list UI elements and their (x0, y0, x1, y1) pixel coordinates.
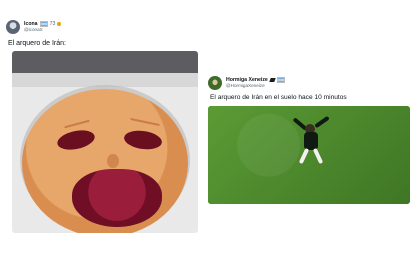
user-handle[interactable]: @HormigaXeneize (226, 84, 285, 89)
tweet-header: Icona 73 @iconaX (6, 20, 202, 34)
user-names: Hormiga Xeneize @HormigaXeneize (226, 77, 285, 89)
ant-emoji-icon (269, 78, 276, 83)
display-name[interactable]: Icona (24, 21, 38, 27)
user-handle[interactable]: @iconaX (24, 28, 61, 33)
verified-badge-icon (57, 22, 62, 27)
pie-mouth (72, 169, 162, 227)
pie-nose (107, 154, 119, 168)
player-leg (298, 147, 310, 165)
image-background (12, 51, 198, 73)
count-text: 73 (49, 20, 56, 27)
player-leg (312, 147, 324, 165)
player-arm (314, 115, 330, 129)
tweet-card-left[interactable]: Icona 73 @iconaX El arquero de Irán: (6, 20, 202, 250)
argentina-flag-icon (276, 77, 285, 84)
tweet-card-right[interactable]: Hormiga Xeneize @HormigaXeneize El arque… (208, 76, 414, 222)
tweet-image-goalkeeper[interactable] (208, 106, 410, 204)
goalkeeper-figure (290, 115, 332, 168)
display-name[interactable]: Hormiga Xeneize (226, 77, 268, 83)
user-names: Icona 73 @iconaX (24, 20, 62, 33)
avatar[interactable] (208, 76, 222, 90)
avatar[interactable] (6, 20, 20, 34)
tweet-image-pie[interactable] (12, 51, 198, 233)
tweet-header: Hormiga Xeneize @HormigaXeneize (208, 76, 414, 90)
tweet-text: El arquero de Irán en el suelo hace 10 m… (210, 94, 347, 101)
tweet-text: El arquero de Irán: (8, 40, 66, 47)
